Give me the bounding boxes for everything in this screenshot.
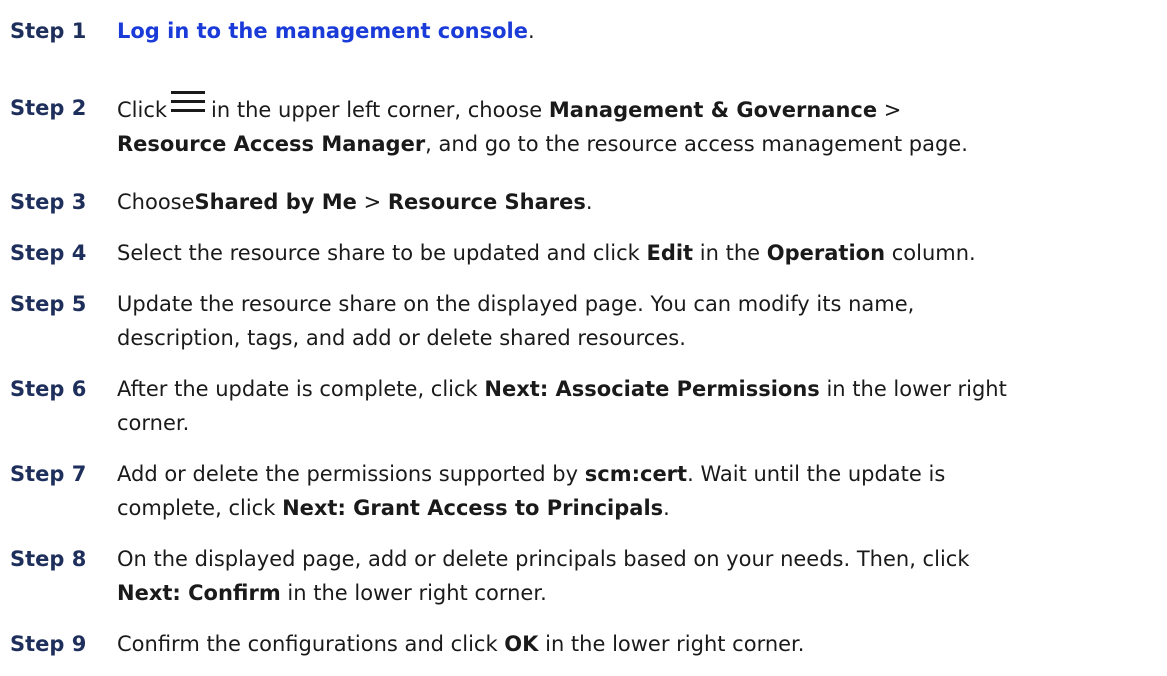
step-body: Log in to the management console. [117, 14, 1157, 48]
step-text: > [363, 190, 382, 214]
step-label: Step 1 [10, 19, 87, 43]
step-text: Confirm the configurations and click [117, 632, 498, 656]
permission-scm-cert: scm:cert [584, 462, 688, 486]
step-text: . [663, 496, 670, 520]
step-label: Step 4 [10, 241, 87, 265]
step-text: in the [699, 241, 761, 265]
step-label: Step 2 [10, 96, 87, 120]
step-text: column. [891, 241, 976, 265]
step-text: On the displayed page, add or delete pri… [117, 547, 970, 571]
step-body: Select the resource share to be updated … [117, 236, 1157, 270]
step-label: Step 7 [10, 462, 87, 486]
step-body: Confirm the configurations and click OK … [117, 627, 1157, 661]
step-text: Add or delete the permissions supported … [117, 462, 579, 486]
ok-button-name: OK [504, 632, 539, 656]
edit-action-name: Edit [646, 241, 694, 265]
step-text: , and go to the resource access manageme… [425, 132, 968, 156]
step-text: Update the resource share on the display… [117, 292, 915, 316]
step-text: description, tags, and add or delete sha… [117, 326, 686, 350]
step-text: complete, click [117, 496, 276, 520]
step-text: in the lower right corner. [545, 632, 805, 656]
step-label: Step 8 [10, 547, 87, 571]
step-body: Update the resource share on the display… [117, 287, 1157, 355]
step-text: . [585, 190, 593, 214]
step-body: On the displayed page, add or delete pri… [117, 542, 1157, 610]
next-confirm-name: Next: Confirm [117, 581, 281, 605]
step-text: in the upper left corner, choose [211, 98, 543, 122]
step-text: Choose [117, 190, 195, 214]
step-label: Step 5 [10, 292, 87, 316]
step-text: in the lower right corner. [287, 581, 547, 605]
menu-icon [171, 91, 206, 112]
step-body: After the update is complete, click Next… [117, 372, 1157, 440]
step-body: ChooseShared by Me > Resource Shares. [117, 185, 1157, 219]
step-text: corner. [117, 411, 190, 435]
operation-column-name: Operation [766, 241, 886, 265]
step-text: in the lower right [826, 377, 1007, 401]
step-label: Step 3 [10, 190, 87, 214]
step-label: Step 6 [10, 377, 87, 401]
step-text: . Wait until the update is [687, 462, 946, 486]
menu-path-shared-by-me: Shared by Me [194, 190, 357, 214]
step-label: Step 9 [10, 632, 87, 656]
step-body: Add or delete the permissions supported … [117, 457, 1157, 525]
management-console-link[interactable]: Log in to the management console [117, 19, 528, 43]
step-body: Click in the upper left corner, choose Ma… [117, 91, 1157, 161]
step-text: Click [117, 98, 168, 122]
menu-path-management-governance: Management & Governance [548, 98, 878, 122]
next-associate-permissions-name: Next: Associate Permissions [484, 377, 820, 401]
menu-path-resource-access-manager: Resource Access Manager [117, 132, 426, 156]
next-grant-access-name: Next: Grant Access to Principals [282, 496, 664, 520]
step-text: . [528, 19, 535, 43]
menu-path-resource-shares: Resource Shares [387, 190, 586, 214]
step-text: > [883, 98, 902, 122]
step-text: Select the resource share to be updated … [117, 241, 640, 265]
step-text: After the update is complete, click [117, 377, 478, 401]
